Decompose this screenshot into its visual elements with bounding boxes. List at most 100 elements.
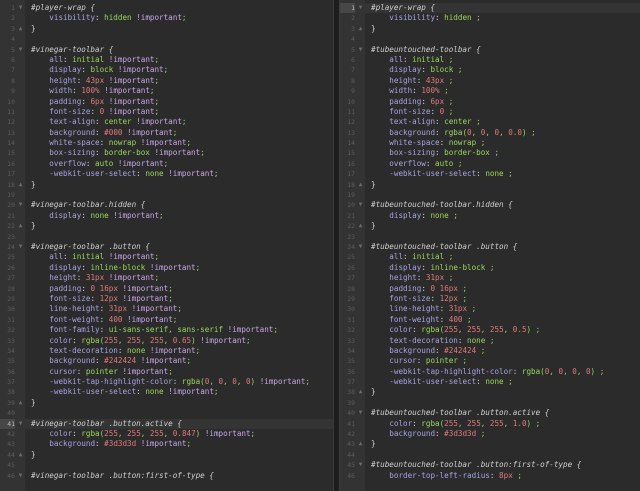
code-line[interactable]: 41 color: rgba(255, 255, 255, 1.0) ; — [340, 419, 640, 429]
code-line[interactable]: 35 cursor: pointer ; — [340, 356, 640, 366]
code-line[interactable]: 6 all: initial ; — [340, 55, 640, 65]
code-line[interactable]: 31 font-weight: 400 !important; — [0, 315, 333, 325]
code-line[interactable]: 45 — [0, 460, 333, 470]
code-line[interactable]: 1 ▼ #player-wrap { — [340, 3, 640, 14]
code-line[interactable]: 35 background: #242424 !important; — [0, 356, 333, 366]
fold-open-icon[interactable]: ▼ — [357, 200, 364, 210]
code-line[interactable]: 19 — [340, 190, 640, 200]
code-line[interactable]: 37 -webkit-tap-highlight-color: rgba(0, … — [0, 377, 333, 387]
code-line[interactable]: 43 background: #3d3d3d !important; — [0, 439, 333, 449]
code-line[interactable]: 14 white-space: nowrap !important; — [0, 138, 333, 148]
code-line[interactable]: 12 text-align: center ; — [340, 117, 640, 127]
code-line[interactable]: 19 — [0, 190, 333, 200]
code-line[interactable]: 26 display: inline-block !important; — [0, 263, 333, 273]
code-line[interactable]: 33 text-decoration: none ; — [340, 336, 640, 346]
fold-open-icon[interactable]: ▼ — [357, 242, 364, 252]
fold-close-icon[interactable]: ▲ — [357, 439, 364, 449]
code-line[interactable]: 20 ▼ #tubeuntouched-toolbar.hidden { — [340, 200, 640, 210]
code-line[interactable]: 21 display: none !important; — [0, 211, 333, 221]
code-line[interactable]: 23 — [340, 232, 640, 242]
fold-close-icon[interactable]: ▲ — [357, 387, 364, 397]
code-line[interactable]: 4 — [340, 34, 640, 44]
fold-close-icon[interactable]: ▲ — [17, 221, 24, 231]
code-line[interactable]: 42 background: #3d3d3d ; — [340, 429, 640, 439]
code-line[interactable]: 24 ▼ #tubeuntouched-toolbar .button { — [340, 242, 640, 252]
fold-close-icon[interactable]: ▲ — [17, 180, 24, 190]
code-line[interactable]: 15 box-sizing: border-box !important; — [0, 148, 333, 158]
code-line[interactable]: 18 ▲} — [0, 180, 333, 190]
code-line[interactable]: 30 line-height: 31px ; — [340, 304, 640, 314]
right-editor-pane[interactable]: 1 ▼ #player-wrap {2 visibility: hidden ; 3 ▲… — [340, 0, 640, 491]
fold-open-icon[interactable]: ▼ — [17, 471, 24, 481]
code-line[interactable]: 38 ▲} — [340, 387, 640, 397]
code-line[interactable]: 39 — [340, 398, 640, 408]
code-line[interactable]: 39 ▲} — [0, 398, 333, 408]
code-line[interactable]: 5 ▼ #tubeuntouched-toolbar { — [340, 45, 640, 55]
code-line[interactable]: 36 cursor: pointer !important; — [0, 367, 333, 377]
fold-close-icon[interactable]: ▲ — [17, 450, 24, 460]
code-line[interactable]: 7 display: block ; — [340, 65, 640, 75]
code-line[interactable]: 27 height: 31px !important; — [0, 273, 333, 283]
fold-close-icon[interactable]: ▲ — [357, 24, 364, 34]
code-line[interactable]: 33 color: rgba(255, 255, 255, 0.65) !imp… — [0, 336, 333, 346]
code-line[interactable]: 11 font-size: 0 ; — [340, 107, 640, 117]
code-line[interactable]: 8 height: 43px ; — [340, 76, 640, 86]
code-line[interactable]: 5 ▼ #vinegar-toolbar { — [0, 45, 333, 55]
code-line[interactable]: 36 -webkit-tap-highlight-color: rgba(0, … — [340, 367, 640, 377]
code-line[interactable]: 16 overflow: auto !important; — [0, 159, 333, 169]
code-line[interactable]: 7 display: block !important; — [0, 65, 333, 75]
code-line[interactable]: 46 ▼ #vinegar-toolbar .button:first-of-typ… — [0, 471, 333, 481]
code-line[interactable]: 2 visibility: hidden !important; — [0, 13, 333, 23]
code-line[interactable]: 15 box-sizing: border-box ; — [340, 148, 640, 158]
code-line[interactable]: 29 font-size: 12px !important; — [0, 294, 333, 304]
code-line[interactable]: 9 width: 100% ; — [340, 86, 640, 96]
code-line[interactable]: 22 ▲} — [340, 221, 640, 231]
code-line[interactable]: 20 ▼ #vinegar-toolbar.hidden { — [0, 200, 333, 210]
code-line[interactable]: 1 ▼ #player-wrap { — [0, 3, 333, 13]
fold-open-icon[interactable]: ▼ — [357, 3, 364, 13]
code-line[interactable]: 27 height: 31px ; — [340, 273, 640, 283]
code-line[interactable]: 32 color: rgba(255, 255, 255, 0.5) ; — [340, 325, 640, 335]
code-line[interactable]: 28 padding: 0 16px !important; — [0, 284, 333, 294]
code-line[interactable]: 13 background: #000 !important; — [0, 128, 333, 138]
code-line[interactable]: 40 — [0, 408, 333, 418]
code-line[interactable]: 14 white-space: nowrap ; — [340, 138, 640, 148]
code-line[interactable]: 25 all: initial !important; — [0, 252, 333, 262]
code-line[interactable]: 24 ▼ #vinegar-toolbar .button { — [0, 242, 333, 252]
fold-open-icon[interactable]: ▼ — [17, 3, 24, 13]
code-line[interactable]: 10 padding: 6px ; — [340, 97, 640, 107]
code-line[interactable]: 17 -webkit-user-select: none ; — [340, 169, 640, 179]
fold-open-icon[interactable]: ▼ — [17, 200, 24, 210]
code-line[interactable]: 44 — [340, 450, 640, 460]
code-line[interactable]: 25 all: initial ; — [340, 252, 640, 262]
fold-close-icon[interactable]: ▲ — [17, 24, 24, 34]
code-line[interactable]: 31 font-weight: 400 ; — [340, 315, 640, 325]
code-line[interactable]: 16 overflow: auto ; — [340, 159, 640, 169]
code-line[interactable]: 42 color: rgba(255, 255, 255, 0.847) !im… — [0, 429, 333, 439]
fold-open-icon[interactable]: ▼ — [357, 45, 364, 55]
code-line[interactable]: 38 -webkit-user-select: none !important; — [0, 387, 333, 397]
fold-open-icon[interactable]: ▼ — [357, 460, 364, 470]
code-line[interactable]: 18 ▲} — [340, 180, 640, 190]
code-line[interactable]: 37 -webkit-user-select: none ; — [340, 377, 640, 387]
fold-open-icon[interactable]: ▼ — [17, 242, 24, 252]
code-line[interactable]: 4 — [0, 34, 333, 44]
code-line[interactable]: 45 ▼ #tubeuntouched-toolbar .button:first-… — [340, 460, 640, 470]
code-line[interactable]: 43 ▲} — [340, 439, 640, 449]
fold-close-icon[interactable]: ▲ — [17, 398, 24, 408]
pane-divider[interactable] — [333, 0, 340, 491]
code-line[interactable]: 2 visibility: hidden ; — [340, 13, 640, 23]
code-line[interactable]: 3 ▲} — [340, 24, 640, 34]
code-line[interactable]: 8 height: 43px !important; — [0, 76, 333, 86]
code-line[interactable]: 6 all: initial !important; — [0, 55, 333, 65]
code-line[interactable]: 13 background: rgba(0, 0, 0, 0.0) ; — [340, 128, 640, 138]
code-line[interactable]: 10 padding: 6px !important; — [0, 97, 333, 107]
code-line[interactable]: 11 font-size: 0 !important; — [0, 107, 333, 117]
code-line[interactable]: 12 text-align: center !important; — [0, 117, 333, 127]
code-line[interactable]: 30 line-height: 31px !important; — [0, 304, 333, 314]
code-line[interactable]: 3 ▲} — [0, 24, 333, 34]
code-line[interactable]: 9 width: 100% !important; — [0, 86, 333, 96]
fold-open-icon[interactable]: ▼ — [17, 45, 24, 55]
fold-close-icon[interactable]: ▲ — [357, 221, 364, 231]
code-line[interactable]: 32 font-family: ui-sans-serif, sans-seri… — [0, 325, 333, 335]
